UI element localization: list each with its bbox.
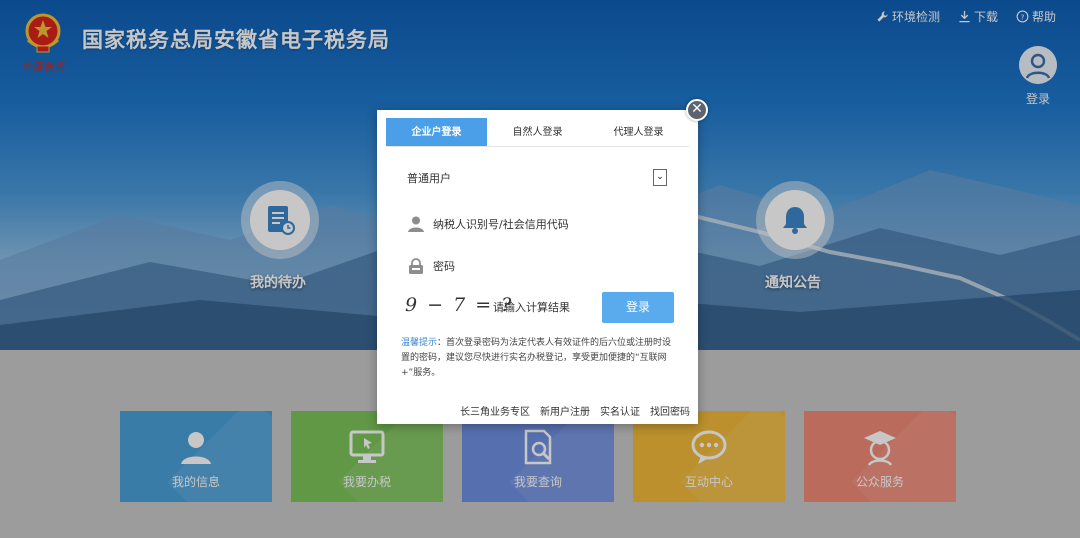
tip-label: 温馨提示 <box>401 338 438 348</box>
tab-agent-login[interactable]: 代理人登录 <box>588 118 689 146</box>
tip-text: ：首次登录密码为法定代表人有效证件的后六位或注册时设置的密码，建议您尽快进行实名… <box>401 338 672 378</box>
user-icon <box>408 216 424 232</box>
tab-enterprise-login[interactable]: 企业户登录 <box>386 118 487 146</box>
taxpayer-id-input[interactable]: 纳税人识别号/社会信用代码 <box>407 213 667 235</box>
login-button[interactable]: 登录 <box>602 292 674 323</box>
yangtze-delta-link[interactable]: 长三角业务专区 <box>460 403 530 418</box>
lock-icon <box>409 258 423 274</box>
chevron-down-icon[interactable]: ⌄ <box>653 169 667 186</box>
password-placeholder: 密码 <box>433 260 455 273</box>
captcha-input[interactable]: 请输入计算结果 <box>493 299 570 315</box>
user-type-value: 普通用户 <box>407 172 451 185</box>
tab-individual-login[interactable]: 自然人登录 <box>487 118 588 146</box>
login-tip: 温馨提示：首次登录密码为法定代表人有效证件的后六位或注册时设置的密码，建议您尽快… <box>401 336 673 381</box>
modal-links: 长三角业务专区 新用户注册 实名认证 找回密码 <box>460 403 690 418</box>
user-type-select[interactable]: 普通用户 <box>407 167 667 189</box>
login-tabs: 企业户登录 自然人登录 代理人登录 <box>386 118 689 147</box>
password-input[interactable]: 密码 <box>407 255 667 277</box>
taxpayer-id-placeholder: 纳税人识别号/社会信用代码 <box>433 218 569 231</box>
register-link[interactable]: 新用户注册 <box>540 403 590 418</box>
close-icon[interactable]: ✕ <box>686 99 708 121</box>
recover-password-link[interactable]: 找回密码 <box>650 403 690 418</box>
login-modal: 企业户登录 自然人登录 代理人登录 普通用户 ⌄ 纳税人识别号/社会信用代码 密… <box>377 110 698 424</box>
real-name-auth-link[interactable]: 实名认证 <box>600 403 640 418</box>
